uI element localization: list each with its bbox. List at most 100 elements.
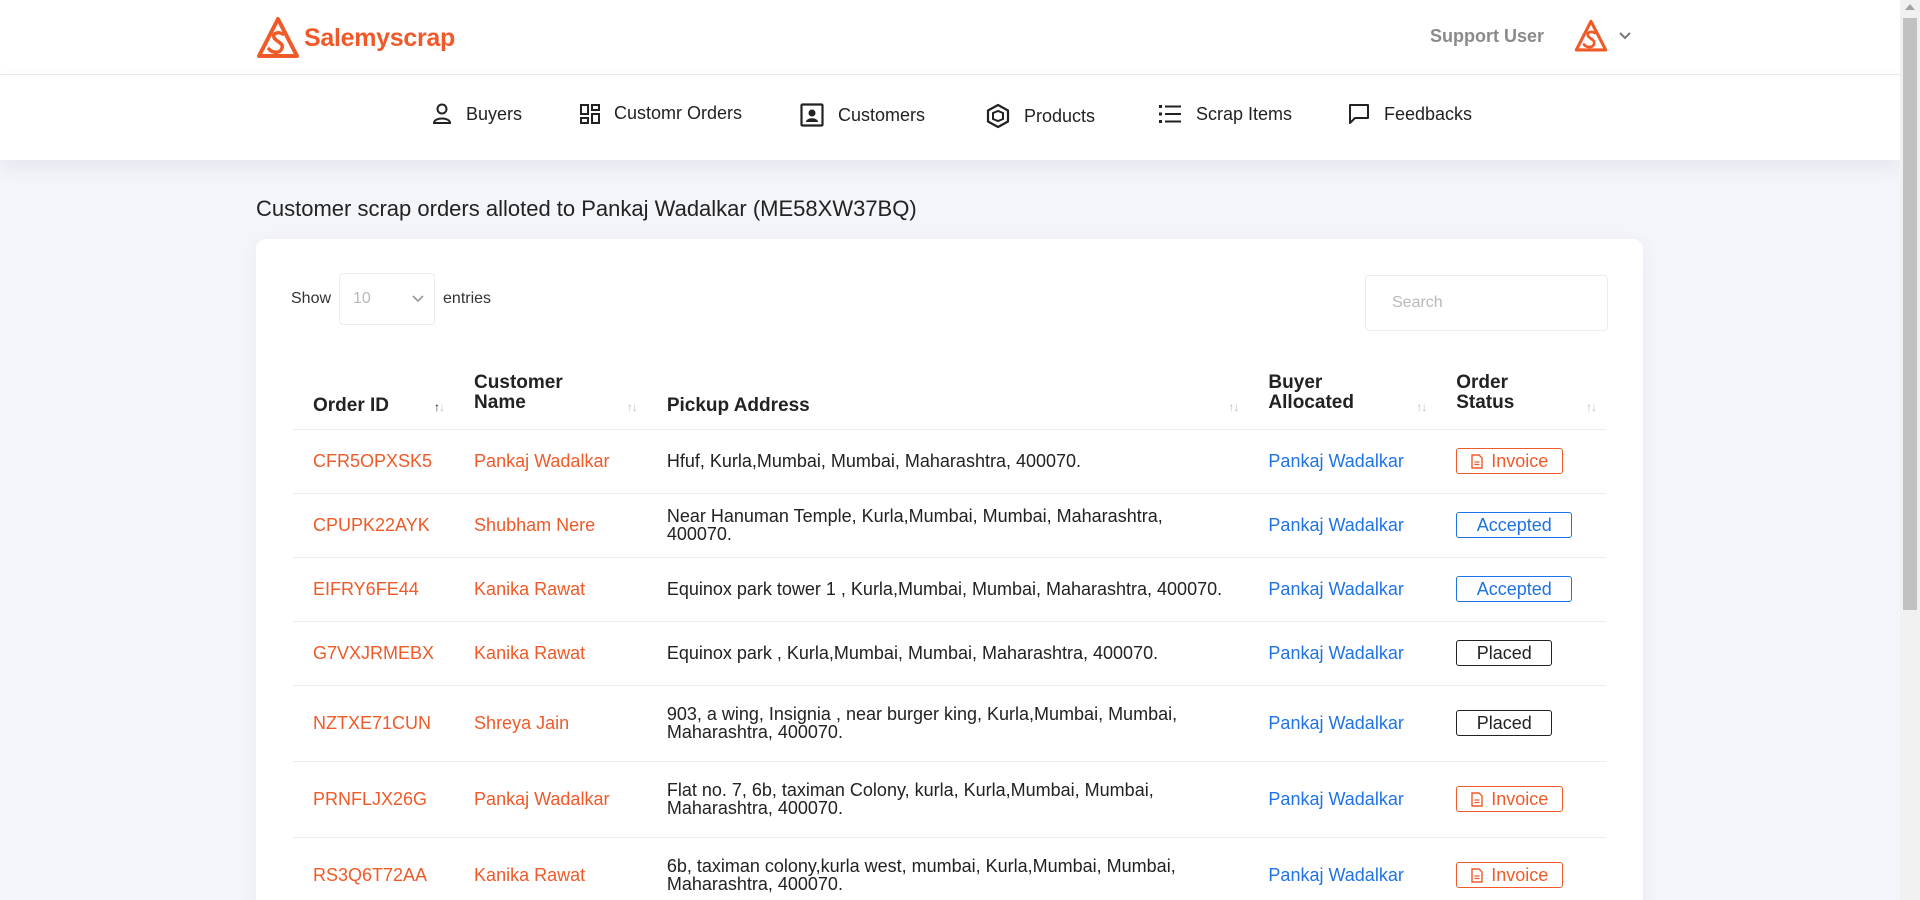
nav-label: Customr Orders xyxy=(614,103,743,123)
entries-select[interactable]: 10 xyxy=(339,273,436,325)
scrollbar-thumb[interactable] xyxy=(1903,18,1917,610)
brand-name: Salemyscrap xyxy=(304,23,455,52)
entries-control: Show 10 entries xyxy=(291,273,491,325)
status-badge[interactable]: Accepted xyxy=(1456,512,1573,538)
column-header-label: Customer xyxy=(474,371,563,393)
status-label: Invoice xyxy=(1491,865,1549,886)
scroll-up-arrow-icon[interactable] xyxy=(1905,4,1915,10)
pickup-address: Hfuf, Kurla,Mumbai, Mumbai, Maharashtra,… xyxy=(666,451,1082,471)
invoice-button[interactable]: Invoice xyxy=(1456,448,1564,474)
page-scrollbar[interactable] xyxy=(1900,0,1920,900)
table-header-row: Order ID ↑↓ Customer Name ↑↓ Pickup Addr… xyxy=(293,357,1606,429)
column-header-order-status[interactable]: Order Status ↑↓ xyxy=(1436,357,1606,429)
customer-name-link[interactable]: Shreya Jain xyxy=(474,713,569,733)
nav-item-customer-orders[interactable]: Customr Orders xyxy=(580,103,742,124)
pickup-address: 903, a wing, Insignia , near burger king… xyxy=(666,704,1178,742)
customer-name-link[interactable]: Pankaj Wadalkar xyxy=(474,789,609,809)
message-icon xyxy=(1349,104,1369,124)
contact-card-icon xyxy=(800,103,824,127)
column-header-label: Order xyxy=(1456,371,1508,393)
order-id-link[interactable]: RS3Q6T72AA xyxy=(313,865,427,885)
customer-name-link[interactable]: Pankaj Wadalkar xyxy=(474,451,609,471)
sort-icon: ↑↓ xyxy=(1228,400,1239,414)
pickup-address: Near Hanuman Temple, Kurla,Mumbai, Mumba… xyxy=(666,506,1163,544)
pickup-address: Equinox park , Kurla,Mumbai, Mumbai, Mah… xyxy=(666,643,1159,663)
status-label: Invoice xyxy=(1491,789,1549,809)
buyer-link[interactable]: Pankaj Wadalkar xyxy=(1268,643,1403,663)
document-icon xyxy=(1471,791,1483,807)
customer-name-link[interactable]: Kanika Rawat xyxy=(474,865,585,885)
column-header-buyer-allocated[interactable]: Buyer Allocated ↑↓ xyxy=(1248,357,1436,429)
pickup-address: 6b, taximan colony,kurla west, mumbai, K… xyxy=(666,856,1176,895)
sort-icon: ↑↓ xyxy=(626,400,638,414)
main-nav: Buyers Customr Orders Customers Products xyxy=(0,75,1900,160)
table-row: EIFRY6FE44 Kanika Rawat Equinox park tow… xyxy=(293,556,1606,621)
order-id-link[interactable]: CPUPK22AYK xyxy=(313,515,430,535)
nav-item-products[interactable]: Products xyxy=(986,103,1095,129)
orders-card: Show 10 entries Order ID ↑↓ Customer Nam… xyxy=(256,239,1643,900)
nav-label: Buyers xyxy=(466,103,523,124)
column-header-label: Pickup Address xyxy=(666,394,810,416)
dashboard-icon xyxy=(580,103,600,124)
buyer-link[interactable]: Pankaj Wadalkar xyxy=(1268,515,1403,535)
user-icon xyxy=(432,103,452,124)
show-label: Show xyxy=(291,290,332,307)
customer-name-link[interactable]: Kanika Rawat xyxy=(474,579,585,599)
invoice-button[interactable]: Invoice xyxy=(1456,786,1564,812)
status-label: Invoice xyxy=(1491,451,1549,471)
sort-icon: ↑↓ xyxy=(1416,400,1427,414)
nav-item-scrap-items[interactable]: Scrap Items xyxy=(1158,103,1292,125)
status-badge[interactable]: Placed xyxy=(1456,710,1553,736)
user-name: Support User xyxy=(1430,26,1545,46)
order-id-link[interactable]: PRNFLJX26G xyxy=(313,789,427,809)
buyer-link[interactable]: Pankaj Wadalkar xyxy=(1268,865,1403,885)
nav-item-customers[interactable]: Customers xyxy=(800,103,925,127)
buyer-link[interactable]: Pankaj Wadalkar xyxy=(1268,713,1403,733)
document-icon xyxy=(1471,453,1483,469)
order-id-link[interactable]: EIFRY6FE44 xyxy=(313,579,419,599)
status-badge[interactable]: Accepted xyxy=(1456,576,1573,602)
avatar-icon xyxy=(1574,19,1608,52)
invoice-button[interactable]: Invoice xyxy=(1456,862,1564,889)
nav-item-buyers[interactable]: Buyers xyxy=(432,103,522,125)
column-header-customer-name[interactable]: Customer Name ↑↓ xyxy=(454,357,647,429)
nav-label: Scrap Items xyxy=(1196,103,1293,124)
search-input[interactable] xyxy=(1365,275,1608,331)
order-id-link[interactable]: G7VXJRMEBX xyxy=(313,643,434,663)
column-header-pickup-address[interactable]: Pickup Address ↑↓ xyxy=(647,357,1249,429)
sort-icon: ↑↓ xyxy=(434,400,445,414)
table-row: PRNFLJX26G Pankaj Wadalkar Flat no. 7, 6… xyxy=(293,760,1606,837)
order-id-link[interactable]: NZTXE71CUN xyxy=(313,713,431,733)
profile-menu[interactable] xyxy=(1574,18,1632,54)
package-icon xyxy=(986,103,1010,129)
entries-value: 10 xyxy=(353,290,371,307)
nav-label: Customers xyxy=(838,104,926,125)
column-header-order-id[interactable]: Order ID ↑↓ xyxy=(293,357,454,429)
chevron-down-icon xyxy=(1619,32,1631,40)
table-row: NZTXE71CUN Shreya Jain 903, a wing, Insi… xyxy=(293,684,1606,761)
column-header-label: Status xyxy=(1456,391,1515,413)
entries-label: entries xyxy=(443,290,492,307)
customer-name-link[interactable]: Shubham Nere xyxy=(474,515,595,535)
table-row: CFR5OPXSK5 Pankaj Wadalkar Hfuf, Kurla,M… xyxy=(293,428,1606,493)
nav-label: Products xyxy=(1024,105,1096,126)
status-badge[interactable]: Placed xyxy=(1456,640,1553,666)
brand-logo[interactable]: Salemyscrap xyxy=(256,16,455,60)
top-bar: Salemyscrap Support User xyxy=(0,0,1900,75)
page-title: Customer scrap orders alloted to Pankaj … xyxy=(256,196,917,221)
buyer-link[interactable]: Pankaj Wadalkar xyxy=(1268,579,1403,599)
list-icon xyxy=(1159,105,1181,123)
customer-name-link[interactable]: Kanika Rawat xyxy=(474,643,585,663)
table-row: CPUPK22AYK Shubham Nere Near Hanuman Tem… xyxy=(293,492,1606,557)
nav-item-feedbacks[interactable]: Feedbacks xyxy=(1348,103,1472,125)
buyer-link[interactable]: Pankaj Wadalkar xyxy=(1268,789,1403,809)
table-row: RS3Q6T72AA Kanika Rawat 6b, taximan colo… xyxy=(293,836,1606,900)
chevron-down-icon xyxy=(412,295,424,303)
brand-logo-icon xyxy=(257,17,299,58)
sort-icon: ↑↓ xyxy=(1586,400,1597,414)
buyer-link[interactable]: Pankaj Wadalkar xyxy=(1268,451,1403,471)
table-row: G7VXJRMEBX Kanika Rawat Equinox park , K… xyxy=(293,620,1606,685)
pickup-address: Flat no. 7, 6b, taximan Colony, kurla, K… xyxy=(666,780,1154,818)
pickup-address: Equinox park tower 1 , Kurla,Mumbai, Mum… xyxy=(666,579,1223,599)
order-id-link[interactable]: CFR5OPXSK5 xyxy=(313,451,432,471)
